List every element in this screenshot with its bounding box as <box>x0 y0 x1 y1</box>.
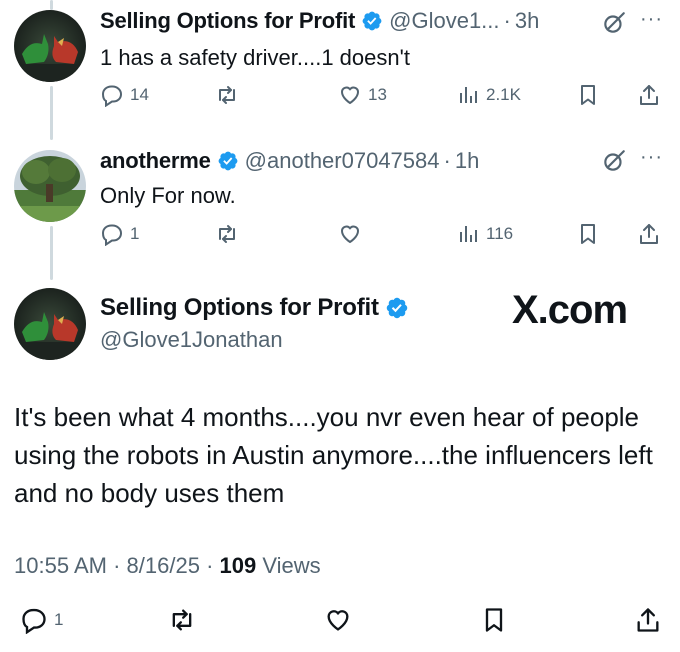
views-count: 116 <box>486 224 514 243</box>
heart-icon <box>338 222 362 246</box>
bookmark-icon <box>480 606 508 634</box>
timestamp[interactable]: 3h <box>515 8 539 34</box>
verified-badge-icon <box>361 10 383 32</box>
tweet-actions: 1 <box>0 606 680 636</box>
more-icon[interactable]: ··· <box>640 8 663 31</box>
views-button[interactable]: 116 <box>456 222 513 246</box>
tweet-text: Only For now. <box>100 183 236 208</box>
bookmark-icon <box>576 222 600 246</box>
tweet-meta: 10:55 AM · 8/16/25 · 109 Views <box>14 553 321 579</box>
reply-button[interactable]: 14 <box>100 83 149 107</box>
tweet-header: Selling Options for Profit @Glove1... · … <box>100 8 539 34</box>
views-count: 109 <box>219 553 257 578</box>
reply-icon <box>100 222 124 246</box>
separator: · <box>503 8 511 33</box>
tweet-header: anotherme @another07047584 · 1h <box>100 148 479 174</box>
share-icon <box>634 606 662 634</box>
tweet-actions: 14 13 2.1K <box>0 83 680 113</box>
avatar[interactable] <box>14 10 86 82</box>
bookmark-button[interactable] <box>480 606 508 634</box>
like-button[interactable] <box>324 606 352 634</box>
separator: · <box>443 148 451 173</box>
avatar[interactable] <box>14 150 86 222</box>
share-button[interactable] <box>637 222 661 246</box>
repost-button[interactable] <box>215 83 239 107</box>
date[interactable]: 8/16/25 <box>127 553 200 578</box>
author-name[interactable]: Selling Options for Profit <box>100 8 355 34</box>
author-handle[interactable]: @Glove1... <box>389 8 499 34</box>
tweet-text: 1 has a safety driver....1 doesn't <box>100 45 410 70</box>
avatar[interactable] <box>14 288 86 360</box>
watermark: X.com <box>512 288 628 332</box>
heart-icon <box>338 83 362 107</box>
heart-icon <box>324 606 352 634</box>
reply-icon <box>100 83 124 107</box>
author-handle[interactable]: @Glove1Jonathan <box>100 327 283 353</box>
repost-icon <box>215 222 239 246</box>
author-name[interactable]: Selling Options for Profit <box>100 294 379 322</box>
like-button[interactable] <box>338 222 362 246</box>
verified-badge-icon <box>217 150 239 172</box>
thread-line <box>50 0 53 10</box>
share-icon <box>637 222 661 246</box>
reply-button[interactable]: 1 <box>20 606 63 634</box>
reply-count: 14 <box>130 85 149 104</box>
views-button[interactable]: 2.1K <box>456 83 521 107</box>
share-button[interactable] <box>637 83 661 107</box>
repost-icon <box>168 606 196 634</box>
views-icon <box>456 83 480 107</box>
like-button[interactable]: 13 <box>338 83 387 107</box>
views-label: Views <box>262 553 321 578</box>
views-icon <box>456 222 480 246</box>
bookmark-icon <box>576 83 600 107</box>
reply-button[interactable]: 1 <box>100 222 139 246</box>
verified-badge-icon <box>385 296 409 320</box>
reply-count: 1 <box>130 224 140 243</box>
timestamp[interactable]: 1h <box>455 148 479 174</box>
author-name[interactable]: anotherme <box>100 148 211 174</box>
tweet-actions: 1 116 <box>0 222 680 252</box>
grok-icon[interactable] <box>601 148 627 174</box>
views-count: 2.1K <box>486 85 521 104</box>
repost-button[interactable] <box>215 222 239 246</box>
bookmark-button[interactable] <box>576 83 600 107</box>
repost-icon <box>215 83 239 107</box>
separator: · <box>206 553 214 578</box>
grok-icon[interactable] <box>601 10 627 36</box>
like-count: 13 <box>368 85 387 104</box>
reply-icon <box>20 606 48 634</box>
share-icon <box>637 83 661 107</box>
timestamp[interactable]: 10:55 AM <box>14 553 107 578</box>
bookmark-button[interactable] <box>576 222 600 246</box>
repost-button[interactable] <box>168 606 196 634</box>
more-icon[interactable]: ··· <box>640 146 663 169</box>
author-handle[interactable]: @another07047584 <box>245 148 440 174</box>
reply-count: 1 <box>54 610 64 629</box>
share-button[interactable] <box>634 606 662 634</box>
tweet-text: It's been what 4 months....you nvr even … <box>14 402 653 508</box>
separator: · <box>113 553 121 578</box>
main-author: Selling Options for Profit <box>100 294 415 322</box>
